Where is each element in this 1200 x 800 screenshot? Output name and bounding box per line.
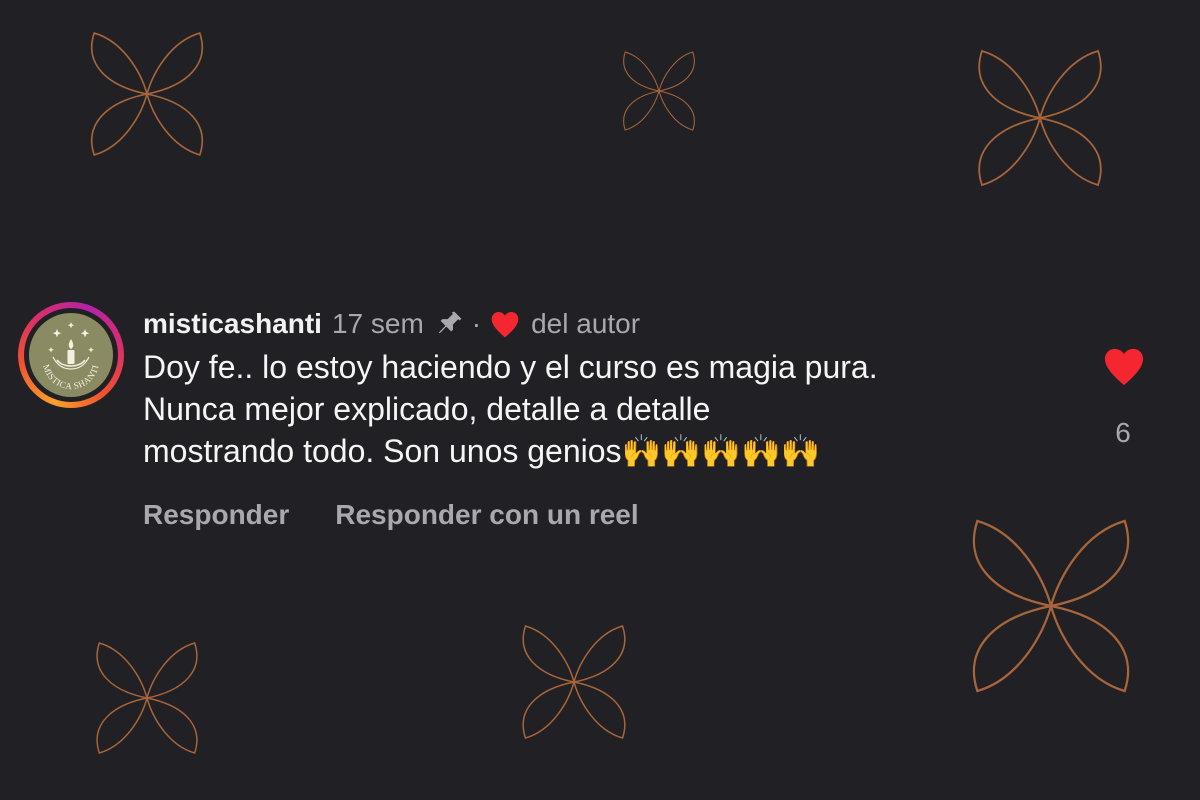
avatar[interactable]: MISTICA SHANTI [18, 302, 124, 408]
like-button[interactable] [1101, 345, 1147, 392]
author-like-label: del autor [531, 308, 641, 339]
flower-decor-icon [972, 519, 1130, 693]
avatar-gap: MISTICA SHANTI [24, 308, 118, 402]
comment: misticashanti 17 sem · del autor Doy fe.… [143, 304, 1073, 534]
reply-button[interactable]: Responder [143, 496, 289, 534]
comment-time: 17 sem [331, 308, 424, 339]
flower-decor-icon [623, 51, 695, 131]
candle-icon: MISTICA SHANTI [41, 322, 101, 391]
pin-icon [434, 309, 464, 339]
flower-decor-icon [90, 32, 204, 156]
avatar-logo-text: MISTICA SHANTI [41, 363, 101, 391]
comment-meta: misticashanti 17 sem · del autor [143, 304, 1073, 344]
username-link[interactable]: misticashanti [143, 304, 322, 344]
flower-decor-icon [522, 625, 626, 739]
avatar-logo: MISTICA SHANTI [29, 313, 113, 397]
comment-text: Doy fe.. lo estoy haciendo y el curso es… [143, 349, 878, 469]
flower-decor-icon [96, 642, 198, 754]
flower-decor-icon [978, 49, 1102, 187]
comment-screen: MISTICA SHANTI misticashanti 17 sem · de… [0, 0, 1200, 800]
flower-petals [90, 32, 204, 156]
meta-separator: · [471, 308, 482, 339]
like-count[interactable]: 6 [1092, 416, 1154, 450]
comment-actions: Responder Responder con un reel [143, 496, 1073, 534]
heart-icon [1104, 348, 1144, 386]
author-heart-icon [489, 309, 521, 339]
reply-with-reel-button[interactable]: Responder con un reel [335, 496, 638, 534]
